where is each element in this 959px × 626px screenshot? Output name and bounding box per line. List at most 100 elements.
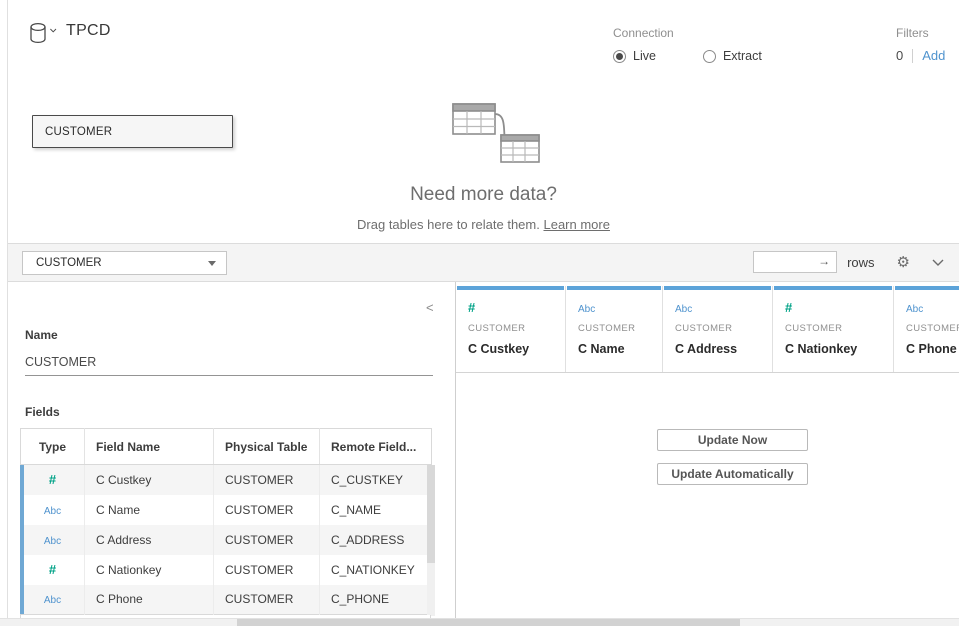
physical-table-cell: CUSTOMER bbox=[214, 585, 320, 615]
column-accent-bar bbox=[567, 286, 661, 290]
column-accent-bar bbox=[664, 286, 771, 290]
name-label: Name bbox=[25, 328, 58, 342]
fields-label: Fields bbox=[25, 405, 60, 419]
remote-field-cell: C_CUSTKEY bbox=[320, 465, 432, 495]
grid-column-header[interactable]: # CUSTOMER C Nationkey bbox=[773, 286, 894, 372]
number-type-icon: # bbox=[468, 300, 475, 315]
data-preview-header: # CUSTOMER C Custkey Abc CUSTOMER C Name… bbox=[456, 286, 959, 372]
grid-column-table: CUSTOMER bbox=[468, 323, 565, 334]
live-radio-label[interactable]: Live bbox=[633, 49, 656, 63]
selected-rows-strip bbox=[20, 465, 24, 614]
grid-header-border bbox=[456, 372, 959, 373]
grid-column-table: CUSTOMER bbox=[675, 323, 772, 334]
physical-table-cell: CUSTOMER bbox=[214, 465, 320, 495]
grid-column-field: C Name bbox=[578, 342, 662, 356]
extract-radio[interactable] bbox=[703, 50, 716, 63]
field-row[interactable]: Abc C Phone CUSTOMER C_PHONE bbox=[21, 585, 432, 615]
extract-radio-label[interactable]: Extract bbox=[723, 49, 762, 63]
field-row[interactable]: # C Nationkey CUSTOMER C_NATIONKEY bbox=[21, 555, 432, 585]
fields-table: Type Field Name Physical Table Remote Fi… bbox=[20, 428, 432, 615]
string-type-icon: Abc bbox=[675, 304, 692, 315]
update-now-button[interactable]: Update Now bbox=[657, 429, 808, 451]
col-header-field-name[interactable]: Field Name bbox=[85, 429, 214, 465]
remote-field-cell: C_NAME bbox=[320, 495, 432, 525]
connection-label: Connection bbox=[613, 26, 762, 40]
page-title: TPCD bbox=[66, 22, 111, 40]
horizontal-scrollbar[interactable] bbox=[0, 618, 959, 626]
field-row[interactable]: # C Custkey CUSTOMER C_CUSTKEY bbox=[21, 465, 432, 495]
collapse-grid-chevron-icon[interactable] bbox=[932, 259, 944, 266]
string-type-icon: Abc bbox=[906, 304, 923, 315]
collapsed-left-pane[interactable] bbox=[0, 0, 8, 626]
metadata-and-preview-area: < Name CUSTOMER Fields Type Field Name P… bbox=[8, 282, 959, 626]
scrollbar-thumb[interactable] bbox=[237, 619, 740, 626]
logical-table-customer[interactable]: CUSTOMER bbox=[32, 115, 233, 148]
table-name-field[interactable]: CUSTOMER bbox=[25, 348, 433, 376]
column-accent-bar bbox=[774, 286, 892, 290]
connection-section: Connection Live Extract bbox=[613, 26, 762, 63]
field-name-cell[interactable]: C Nationkey bbox=[85, 555, 214, 585]
grid-column-header[interactable]: # CUSTOMER C Custkey bbox=[456, 286, 566, 372]
string-type-icon[interactable]: Abc bbox=[44, 536, 61, 547]
column-accent-bar bbox=[895, 286, 959, 290]
physical-table-cell: CUSTOMER bbox=[214, 555, 320, 585]
remote-field-cell: C_PHONE bbox=[320, 585, 432, 615]
live-radio[interactable] bbox=[613, 50, 626, 63]
learn-more-link[interactable]: Learn more bbox=[543, 217, 609, 232]
filters-divider bbox=[912, 49, 913, 63]
filters-section: Filters 0 Add bbox=[896, 26, 945, 63]
grid-column-header[interactable]: Abc CUSTOMER C Address bbox=[663, 286, 773, 372]
drag-tables-hint-text: Drag tables here to relate them. bbox=[357, 217, 540, 232]
grid-column-field: C Address bbox=[675, 342, 772, 356]
number-type-icon: # bbox=[785, 300, 792, 315]
physical-table-cell: CUSTOMER bbox=[214, 495, 320, 525]
string-type-icon: Abc bbox=[578, 304, 595, 315]
string-type-icon[interactable]: Abc bbox=[44, 506, 61, 517]
filters-count: 0 bbox=[896, 48, 903, 63]
table-select-dropdown[interactable]: CUSTOMER bbox=[22, 251, 227, 275]
tableau-datasource-page: TPCD Connection Live Extract Filters 0 A… bbox=[0, 0, 959, 626]
fields-table-vertical-scrollbar[interactable] bbox=[427, 465, 435, 616]
grid-column-header[interactable]: Abc CUSTOMER C Name bbox=[566, 286, 663, 372]
remote-field-cell: C_NATIONKEY bbox=[320, 555, 432, 585]
col-header-remote-field[interactable]: Remote Field... bbox=[320, 429, 432, 465]
row-limit-input[interactable] bbox=[753, 251, 837, 273]
field-name-cell[interactable]: C Name bbox=[85, 495, 214, 525]
filters-label: Filters bbox=[896, 26, 945, 40]
fields-table-header-row: Type Field Name Physical Table Remote Fi… bbox=[21, 429, 432, 465]
drag-tables-hint: Drag tables here to relate them. Learn m… bbox=[8, 217, 959, 232]
update-automatically-button[interactable]: Update Automatically bbox=[657, 463, 808, 485]
logical-table-label: CUSTOMER bbox=[45, 126, 112, 138]
collapse-panel-icon[interactable]: < bbox=[426, 300, 434, 315]
related-tables-icon bbox=[445, 98, 540, 164]
grid-column-header[interactable]: Abc CUSTOMER C Phone bbox=[894, 286, 959, 372]
grid-column-field: C Nationkey bbox=[785, 342, 893, 356]
grid-column-field: C Custkey bbox=[468, 342, 565, 356]
scrollbar-thumb[interactable] bbox=[427, 465, 435, 563]
table-toolbar: CUSTOMER → rows ⚙ bbox=[8, 243, 959, 282]
physical-table-cell: CUSTOMER bbox=[214, 525, 320, 555]
field-name-cell[interactable]: C Phone bbox=[85, 585, 214, 615]
add-filter-link[interactable]: Add bbox=[922, 48, 945, 63]
rows-label: rows bbox=[847, 255, 874, 270]
col-header-type[interactable]: Type bbox=[21, 429, 85, 465]
datasource-db-icon[interactable] bbox=[28, 22, 62, 44]
column-accent-bar bbox=[457, 286, 564, 290]
remote-field-cell: C_ADDRESS bbox=[320, 525, 432, 555]
grid-column-field: C Phone bbox=[906, 342, 959, 356]
number-type-icon[interactable]: # bbox=[49, 472, 56, 487]
number-type-icon[interactable]: # bbox=[49, 562, 56, 577]
grid-column-table: CUSTOMER bbox=[906, 323, 959, 334]
need-more-data-title: Need more data? bbox=[8, 184, 959, 206]
table-select-value: CUSTOMER bbox=[36, 257, 102, 269]
grid-column-table: CUSTOMER bbox=[578, 323, 662, 334]
gear-icon[interactable]: ⚙ bbox=[897, 255, 910, 270]
col-header-physical-table[interactable]: Physical Table bbox=[214, 429, 320, 465]
grid-column-table: CUSTOMER bbox=[785, 323, 893, 334]
field-name-cell[interactable]: C Address bbox=[85, 525, 214, 555]
relationship-canvas[interactable]: CUSTOMER Need more dat bbox=[8, 89, 959, 243]
field-row[interactable]: Abc C Address CUSTOMER C_ADDRESS bbox=[21, 525, 432, 555]
field-row[interactable]: Abc C Name CUSTOMER C_NAME bbox=[21, 495, 432, 525]
string-type-icon[interactable]: Abc bbox=[44, 595, 61, 606]
field-name-cell[interactable]: C Custkey bbox=[85, 465, 214, 495]
